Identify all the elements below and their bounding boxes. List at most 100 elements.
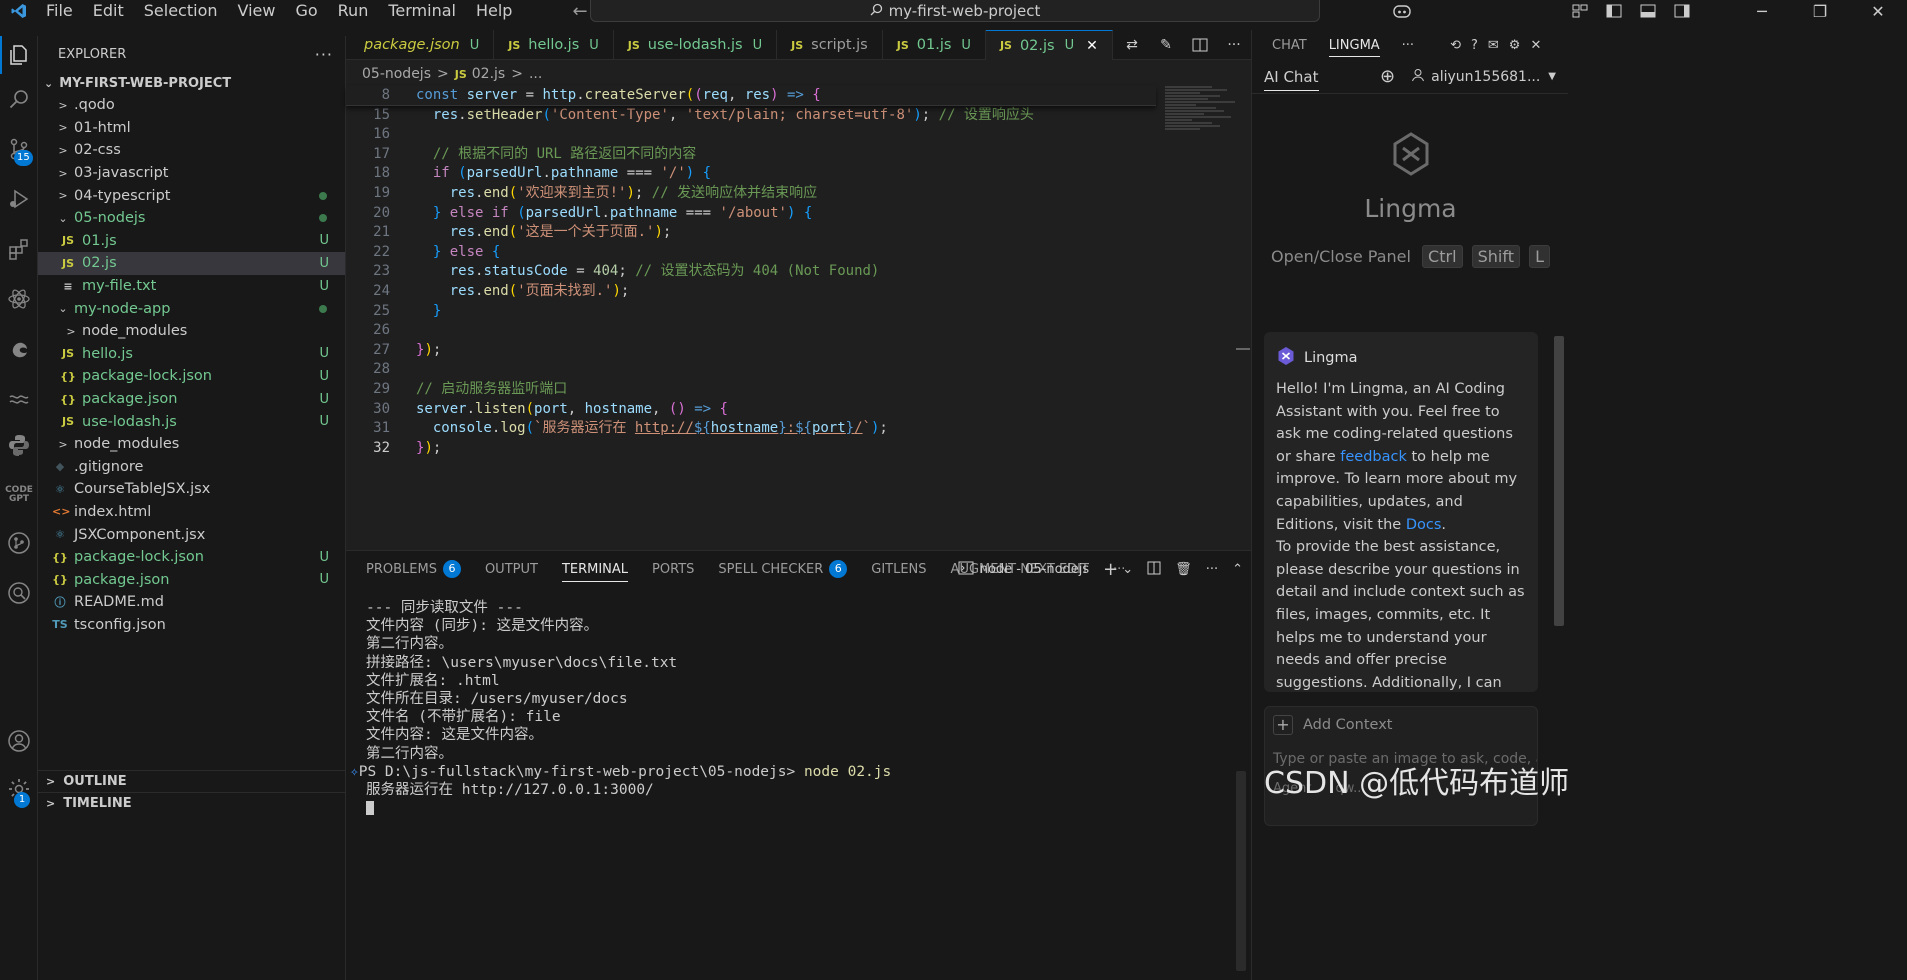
command-center-search[interactable]: my-first-web-project (590, 0, 1320, 22)
close-window-icon[interactable]: ✕ (1849, 0, 1907, 22)
add-context-row[interactable]: + Add Context (1265, 707, 1537, 743)
copilot-icon[interactable] (1391, 2, 1413, 20)
menu-file[interactable]: File (36, 0, 83, 22)
folder-item[interactable]: > node_modules (38, 320, 345, 343)
account-icon[interactable] (0, 722, 38, 760)
more-actions-icon[interactable]: ··· (315, 45, 333, 64)
file-item[interactable]: ⚛ CourseTableJSX.jsx (38, 478, 345, 501)
remote-icon[interactable] (0, 380, 38, 418)
split-editor-icon[interactable] (1189, 36, 1211, 54)
explorer-icon[interactable] (0, 36, 38, 74)
editor-tab[interactable]: JS script.js (777, 30, 883, 60)
account-name[interactable]: aliyun155681... (1431, 69, 1540, 85)
codegpt-icon[interactable]: CODE GPT (0, 476, 38, 514)
folder-item[interactable]: >02-css (38, 139, 345, 162)
folder-item[interactable]: >01-html (38, 117, 345, 140)
file-item[interactable]: JS 01.js U (38, 230, 345, 253)
file-item[interactable]: JS hello.js U (38, 343, 345, 366)
folder-item[interactable]: ⌄ 05-nodejs (38, 207, 345, 230)
source-control-icon[interactable]: 15 (0, 130, 38, 168)
code-editor[interactable]: 8 const server = http.createServer((req, … (346, 86, 1156, 458)
editor-tab[interactable]: JS 02.js U ✕ (985, 30, 1113, 60)
file-item[interactable]: {} package.json U (38, 568, 345, 591)
toggle-secondary-sidebar-icon[interactable] (1671, 2, 1693, 20)
folder-item[interactable]: > .qodo (38, 94, 345, 117)
file-item[interactable]: ≡ my-file.txt U (38, 275, 345, 298)
terminal-cursor[interactable] (366, 799, 891, 817)
chat-scrollbar[interactable] (1554, 336, 1564, 626)
more-actions-icon[interactable]: ··· (1223, 36, 1245, 54)
search-icon[interactable] (0, 80, 38, 118)
ai-chat-tab[interactable]: AI Chat (1264, 68, 1319, 91)
editor-tab[interactable]: JS use-lodash.js U (614, 30, 778, 60)
split-terminal-icon[interactable] (1147, 561, 1161, 579)
help-icon[interactable]: ? (1471, 38, 1478, 53)
editor-tab[interactable]: package.json U (346, 30, 495, 60)
breadcrumb-folder[interactable]: 05-nodejs (362, 66, 431, 82)
run-debug-icon[interactable] (0, 180, 38, 218)
menu-view[interactable]: View (228, 0, 286, 22)
menu-selection[interactable]: Selection (134, 0, 228, 22)
gitlens-icon[interactable] (0, 524, 38, 562)
close-tab-icon[interactable]: ✕ (1086, 38, 1098, 54)
panel-tab[interactable]: PROBLEMS 6 (366, 560, 461, 578)
settings-gear-icon[interactable]: ⚙ (1509, 38, 1521, 53)
panel-tab[interactable]: TERMINAL (561, 562, 629, 582)
more-actions-icon[interactable]: ··· (1206, 562, 1218, 577)
minimap[interactable] (1165, 86, 1243, 146)
file-item[interactable]: TS tsconfig.json (38, 614, 345, 637)
menu-run[interactable]: Run (328, 0, 379, 22)
open-changes-icon[interactable]: ✎ (1155, 36, 1177, 54)
caret-down-icon[interactable]: ▼ (1548, 71, 1556, 82)
history-icon[interactable]: ⟲ (1450, 38, 1461, 53)
kill-terminal-icon[interactable]: 🗑 (1175, 562, 1192, 577)
file-item[interactable]: {} package-lock.json U (38, 365, 345, 388)
panel-tab[interactable]: PORTS (652, 562, 694, 577)
toggle-panel-icon[interactable] (1637, 2, 1659, 20)
manage-gear-icon[interactable]: 1 (0, 770, 38, 808)
file-item[interactable]: ◆ .gitignore (38, 456, 345, 479)
menu-help[interactable]: Help (466, 0, 522, 22)
file-item[interactable]: <> index.html (38, 501, 345, 524)
menu-edit[interactable]: Edit (83, 0, 134, 22)
menu-go[interactable]: Go (285, 0, 327, 22)
gitlens-inspect-icon[interactable] (0, 574, 38, 612)
breadcrumb-file[interactable]: 02.js (472, 66, 505, 82)
file-item[interactable]: ⚛ JSXComponent.jsx (38, 523, 345, 546)
folder-item[interactable]: > node_modules (38, 433, 345, 456)
extensions-icon[interactable] (0, 230, 38, 268)
new-chat-icon[interactable]: ⊕ (1380, 66, 1395, 87)
feedback-link[interactable]: feedback (1340, 449, 1407, 465)
editor-tab[interactable]: JS 01.js U (883, 30, 986, 60)
toggle-primary-sidebar-icon[interactable] (1603, 2, 1625, 20)
terminal-output[interactable]: --- 同步读取文件 --- 文件内容 (同步): 这是文件内容。 第二行内容。 拼接… (350, 599, 891, 817)
back-arrow-icon[interactable]: ← (572, 1, 587, 22)
folder-item[interactable]: ⌄ my-node-app (38, 297, 345, 320)
file-item[interactable]: ⓘ README.md (38, 591, 345, 614)
chevron-down-icon[interactable]: ⌄ (1122, 562, 1133, 577)
file-item[interactable]: JS 02.js U (38, 252, 345, 275)
tab-chat[interactable]: CHAT (1272, 38, 1307, 53)
feedback-icon[interactable]: ✉ (1488, 38, 1499, 53)
menu-terminal[interactable]: Terminal (378, 0, 466, 22)
panel-tab[interactable]: GITLENS (871, 562, 926, 577)
react-icon[interactable] (0, 280, 38, 318)
folder-item[interactable]: >04-typescript (38, 184, 345, 207)
panel-tab[interactable]: SPELL CHECKER 6 (718, 560, 848, 578)
file-item[interactable]: {} package.json U (38, 388, 345, 411)
edge-icon[interactable] (0, 330, 38, 368)
command-decoration-icon[interactable]: ✧ (350, 764, 359, 780)
docs-link[interactable]: Docs (1406, 517, 1442, 533)
editor-tab[interactable]: JS hello.js U (494, 30, 614, 60)
breadcrumb-symbol[interactable]: ... (529, 66, 542, 82)
chevron-up-icon[interactable]: ⌃ (1232, 562, 1243, 577)
more-actions-icon[interactable]: ··· (1402, 38, 1414, 53)
project-root[interactable]: ⌄ MY-FIRST-WEB-PROJECT (38, 72, 345, 94)
minimize-icon[interactable]: ─ (1733, 0, 1791, 22)
outline-section[interactable]: > OUTLINE (38, 770, 346, 792)
python-icon[interactable] (0, 426, 38, 464)
terminal-scrollbar[interactable] (1236, 771, 1246, 971)
new-terminal-icon[interactable]: + (1103, 559, 1118, 580)
file-item[interactable]: JS use-lodash.js U (38, 410, 345, 433)
close-icon[interactable]: ✕ (1530, 38, 1541, 53)
